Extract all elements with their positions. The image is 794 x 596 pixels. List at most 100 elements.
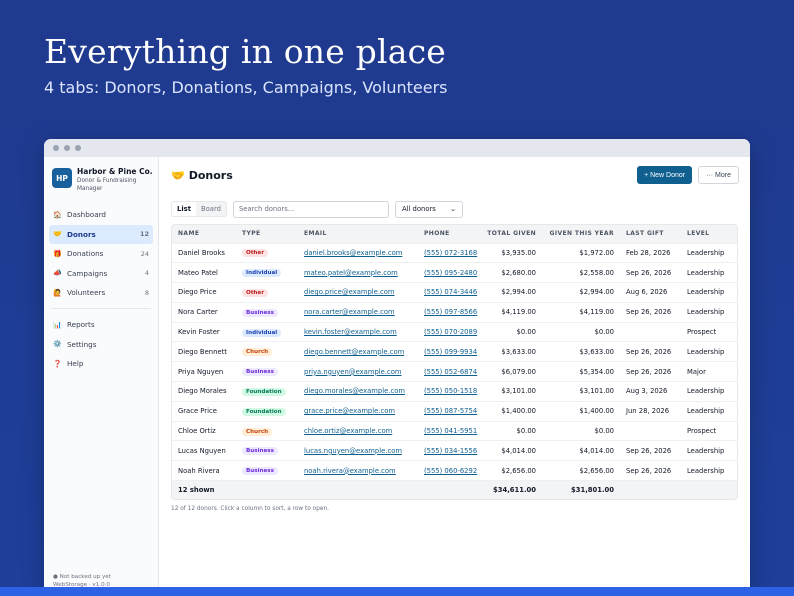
level: Leadership bbox=[681, 440, 737, 461]
email-link[interactable]: daniel.brooks@example.com bbox=[304, 249, 402, 257]
type-cell: Individual bbox=[236, 321, 298, 342]
phone-link[interactable]: (555) 041-5951 bbox=[424, 427, 477, 435]
given-this-year: $2,656.00 bbox=[542, 460, 620, 481]
level: Leadership bbox=[681, 341, 737, 362]
email-cell: diego.morales@example.com bbox=[298, 381, 418, 402]
phone-link[interactable]: (555) 074-3446 bbox=[424, 288, 477, 296]
table-row[interactable]: Chloe Ortiz Church chloe.ortiz@example.com… bbox=[172, 420, 737, 441]
table-row[interactable]: Diego Morales Foundation diego.morales@exa… bbox=[172, 381, 737, 402]
column-header[interactable]: LEVEL bbox=[681, 225, 737, 243]
phone-link[interactable]: (555) 052-6874 bbox=[424, 368, 477, 376]
email-cell: lucas.nguyen@example.com bbox=[298, 440, 418, 461]
app-window: HP Harbor & Pine Co. Donor & Fundraising… bbox=[44, 139, 750, 591]
brand: HP Harbor & Pine Co. Donor & Fundraising… bbox=[52, 167, 153, 193]
email-link[interactable]: lucas.nguyen@example.com bbox=[304, 447, 402, 455]
column-header[interactable]: TYPE bbox=[236, 225, 298, 243]
email-link[interactable]: nora.carter@example.com bbox=[304, 308, 395, 316]
phone-link[interactable]: (555) 070-2089 bbox=[424, 328, 477, 336]
sidebar-item-label: Campaigns bbox=[67, 268, 108, 278]
type-badge: Business bbox=[242, 467, 278, 476]
type-badge: Foundation bbox=[242, 387, 286, 396]
sidebar-item-donations[interactable]: 🎁 Donations 24 bbox=[49, 244, 153, 263]
last-gift: Feb 28, 2026 bbox=[620, 242, 681, 263]
table-row[interactable]: Daniel Brooks Other daniel.brooks@example.… bbox=[172, 242, 737, 263]
page-title: 🤝 Donors bbox=[171, 169, 637, 182]
phone-cell: (555) 074-3446 bbox=[418, 282, 478, 303]
campaigns-icon: 📣 bbox=[53, 269, 62, 277]
sidebar-item-dashboard[interactable]: 🏠 Dashboard bbox=[49, 205, 153, 224]
brand-role: Donor & Fundraising Manager bbox=[77, 178, 137, 192]
email-link[interactable]: kevin.foster@example.com bbox=[304, 328, 397, 336]
sidebar-item-volunteers[interactable]: 🙋 Volunteers 8 bbox=[49, 283, 153, 302]
column-header[interactable]: TOTAL GIVEN bbox=[478, 225, 542, 243]
type-badge: Individual bbox=[242, 328, 282, 337]
table-row[interactable]: Priya Nguyen Business priya.nguyen@example… bbox=[172, 361, 737, 382]
last-gift: Aug 3, 2026 bbox=[620, 381, 681, 402]
sidebar-item-donors[interactable]: 🤝 Donors 12 bbox=[49, 224, 153, 244]
sidebar-item-help[interactable]: ❓ Help bbox=[49, 354, 153, 373]
phone-link[interactable]: (555) 097-8566 bbox=[424, 308, 477, 316]
donor-name: Chloe Ortiz bbox=[172, 420, 236, 441]
column-header[interactable]: PHONE bbox=[418, 225, 478, 243]
email-link[interactable]: mateo.patel@example.com bbox=[304, 269, 398, 277]
phone-link[interactable]: (555) 060-6292 bbox=[424, 467, 477, 475]
search-input[interactable] bbox=[232, 200, 389, 218]
type-badge: Individual bbox=[242, 269, 282, 278]
given-this-year: $4,014.00 bbox=[542, 440, 620, 461]
phone-link[interactable]: (555) 072-3168 bbox=[424, 249, 477, 257]
column-header[interactable]: EMAIL bbox=[298, 225, 418, 243]
email-link[interactable]: diego.morales@example.com bbox=[304, 387, 405, 395]
email-link[interactable]: diego.bennett@example.com bbox=[304, 348, 404, 356]
table-row[interactable]: Kevin Foster Individual kevin.foster@examp… bbox=[172, 321, 737, 342]
total-given: $0.00 bbox=[478, 420, 542, 441]
column-header[interactable]: LAST GIFT bbox=[620, 225, 681, 243]
window-dot-icon[interactable] bbox=[75, 145, 81, 151]
table-row[interactable]: Noah Rivera Business noah.rivera@example.c… bbox=[172, 460, 737, 481]
total-given: $4,119.00 bbox=[478, 301, 542, 323]
email-link[interactable]: grace.price@example.com bbox=[304, 407, 395, 415]
phone-link[interactable]: (555) 087-5754 bbox=[424, 407, 477, 415]
sidebar-item-label: Help bbox=[67, 359, 84, 368]
donor-name: Daniel Brooks bbox=[172, 242, 236, 263]
window-dot-icon[interactable] bbox=[64, 145, 70, 151]
table-row[interactable]: Diego Price Other diego.price@example.com (… bbox=[172, 282, 737, 303]
phone-link[interactable]: (555) 095-2480 bbox=[424, 269, 477, 277]
type-cell: Business bbox=[236, 361, 298, 382]
donor-name: Lucas Nguyen bbox=[172, 440, 236, 461]
brand-logo: HP bbox=[52, 168, 72, 188]
sidebar-item-settings[interactable]: ⚙️ Settings bbox=[49, 335, 153, 354]
sidebar-item-count: 12 bbox=[139, 230, 149, 238]
email-link[interactable]: diego.price@example.com bbox=[304, 288, 395, 296]
sidebar-item-campaigns[interactable]: 📣 Campaigns 4 bbox=[49, 264, 153, 283]
more-button[interactable]: ··· More bbox=[698, 166, 739, 184]
window-dot-icon[interactable] bbox=[53, 145, 59, 151]
new-donor-button[interactable]: + New Donor bbox=[637, 166, 693, 184]
table-row[interactable]: Grace Price Foundation grace.price@example… bbox=[172, 400, 737, 422]
email-link[interactable]: priya.nguyen@example.com bbox=[304, 368, 402, 376]
tab-board[interactable]: Board bbox=[196, 202, 226, 216]
last-gift bbox=[620, 321, 681, 342]
chevron-down-icon: ⌄ bbox=[450, 205, 456, 213]
table-row[interactable]: Lucas Nguyen Business lucas.nguyen@example… bbox=[172, 440, 737, 461]
email-link[interactable]: noah.rivera@example.com bbox=[304, 467, 396, 475]
email-link[interactable]: chloe.ortiz@example.com bbox=[304, 427, 392, 435]
phone-link[interactable]: (555) 034-1556 bbox=[424, 447, 477, 455]
column-header[interactable]: GIVEN THIS YEAR bbox=[542, 225, 620, 243]
given-this-year: $1,400.00 bbox=[542, 400, 620, 422]
last-gift: Sep 26, 2026 bbox=[620, 361, 681, 382]
sidebar-item-reports[interactable]: 📊 Reports bbox=[49, 315, 153, 334]
donor-name: Kevin Foster bbox=[172, 321, 236, 342]
phone-link[interactable]: (555) 099-9934 bbox=[424, 348, 477, 356]
donor-filter-select[interactable]: All donors ⌄ bbox=[394, 200, 463, 218]
tab-list[interactable]: List bbox=[172, 202, 196, 216]
table-row[interactable]: Nora Carter Business nora.carter@example.c… bbox=[172, 301, 737, 323]
table-row[interactable]: Mateo Patel Individual mateo.patel@example… bbox=[172, 262, 737, 283]
phone-link[interactable]: (555) 050-1518 bbox=[424, 387, 477, 395]
column-header[interactable]: NAME bbox=[172, 225, 236, 243]
hero-subtitle: 4 tabs: Donors, Donations, Campaigns, Vo… bbox=[44, 78, 448, 97]
nav-divider bbox=[51, 308, 151, 309]
type-badge: Other bbox=[242, 249, 268, 258]
phone-cell: (555) 072-3168 bbox=[418, 242, 478, 263]
table-row[interactable]: Diego Bennett Church diego.bennett@example… bbox=[172, 341, 737, 362]
last-gift: Aug 6, 2026 bbox=[620, 282, 681, 303]
